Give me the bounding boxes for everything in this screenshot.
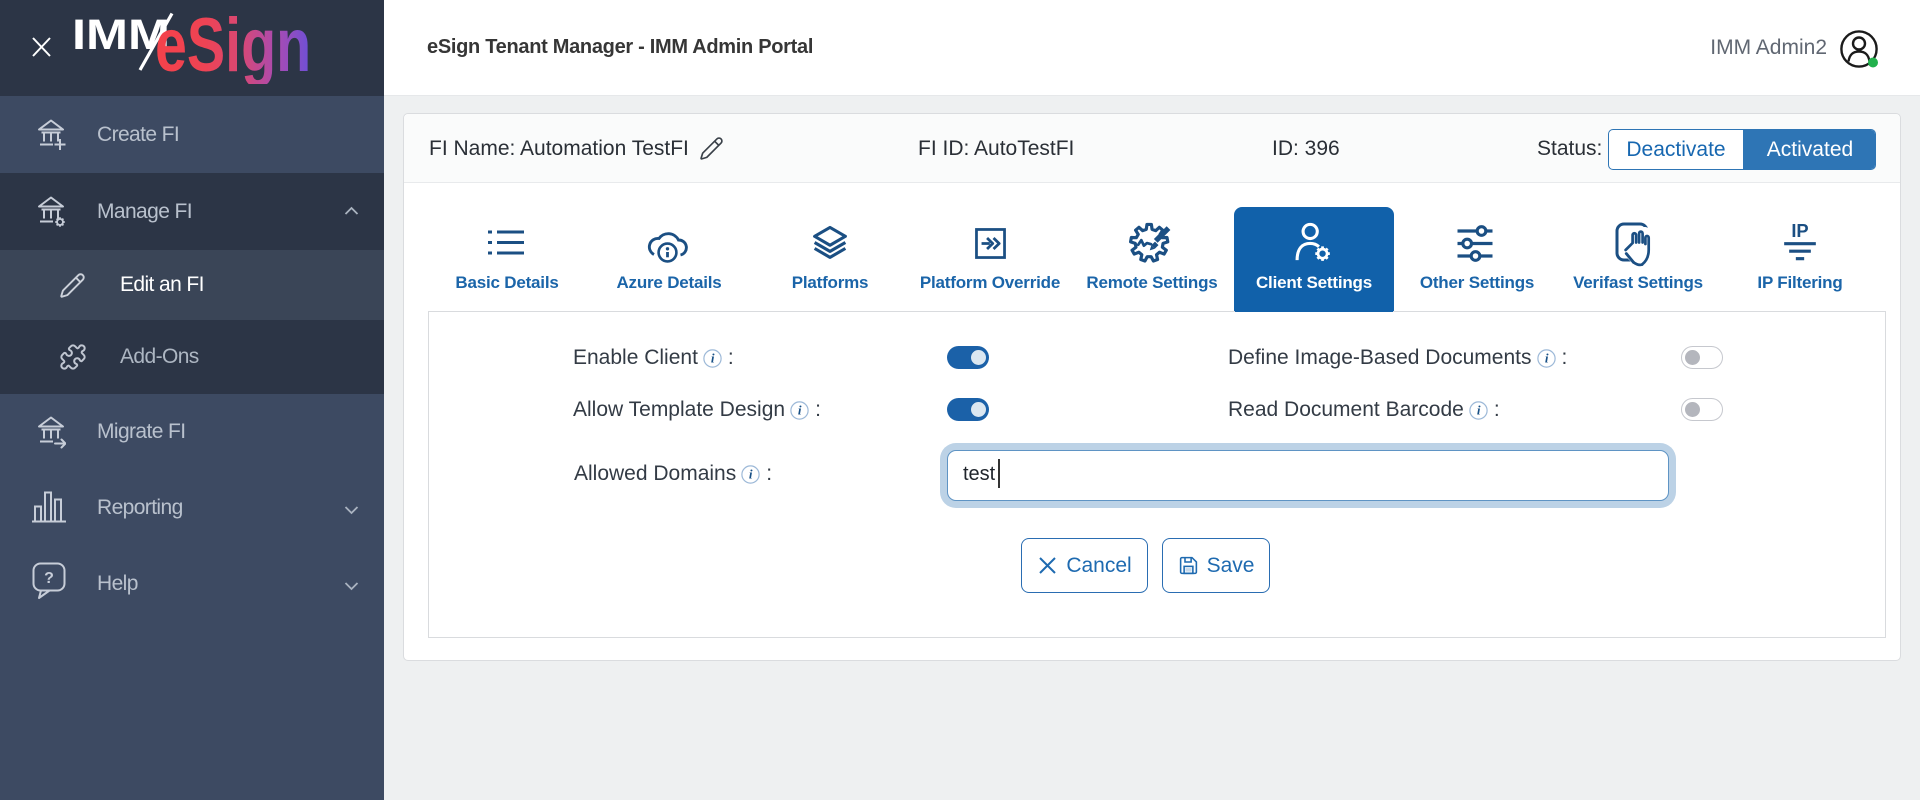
svg-text:i: i: [711, 350, 715, 365]
svg-text:i: i: [1477, 402, 1481, 417]
svg-text:IP: IP: [1791, 221, 1808, 241]
svg-text:?: ?: [44, 570, 54, 587]
svg-text:i: i: [1544, 350, 1548, 365]
svg-text:i: i: [798, 402, 802, 417]
svg-text:i: i: [749, 466, 753, 481]
